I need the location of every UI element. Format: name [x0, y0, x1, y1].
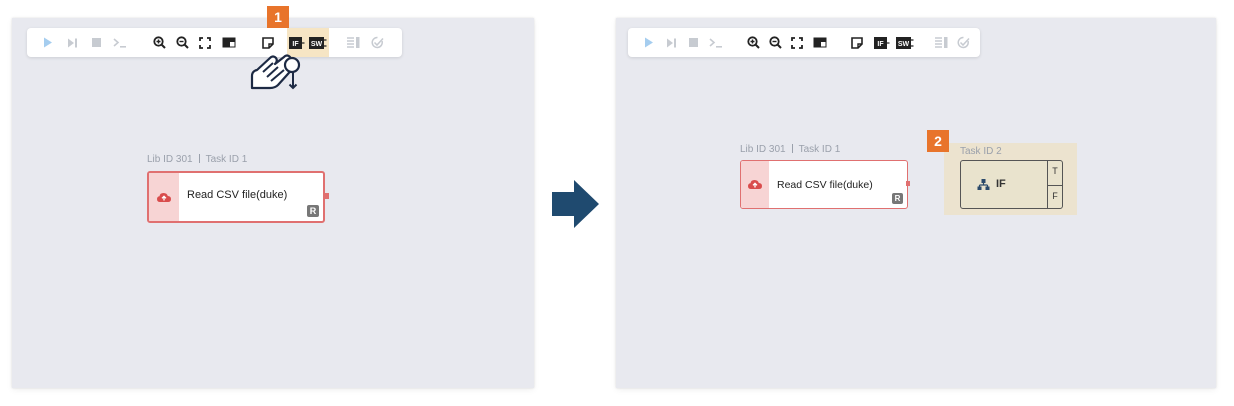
switch-icon[interactable]: SW [894, 28, 916, 57]
if-node[interactable]: IF T F [960, 160, 1063, 209]
output-port[interactable] [906, 181, 910, 186]
port-divider [1048, 184, 1062, 186]
step-2-badge: 2 [927, 130, 949, 152]
lib-id-label: Lib ID 301 [740, 144, 786, 155]
svg-text:IF: IF [877, 41, 884, 48]
list-icon[interactable] [932, 28, 950, 57]
svg-text:SW: SW [898, 41, 910, 48]
branch-ports: T F [1047, 161, 1062, 208]
fit-screen-icon[interactable] [196, 28, 214, 57]
node-icon-strip [741, 161, 769, 208]
r-badge: R [892, 193, 903, 204]
cloud-upload-icon [748, 180, 762, 189]
zoom-out-icon[interactable] [766, 28, 784, 57]
svg-text:IF: IF [292, 41, 299, 48]
note-icon[interactable] [848, 28, 866, 57]
true-port[interactable]: T [1048, 166, 1062, 176]
toolbar: IF SW [27, 28, 402, 57]
cloud-upload-icon [157, 192, 171, 202]
if-node-label: IF [996, 178, 1006, 190]
list-icon[interactable] [344, 28, 362, 57]
validate-icon[interactable] [368, 28, 386, 57]
hand-cursor-icon [250, 54, 301, 90]
stop-icon[interactable] [684, 28, 702, 57]
step-forward-icon[interactable] [662, 28, 680, 57]
node-header: Lib ID 301 Task ID 1 [740, 144, 840, 155]
node-icon-strip [149, 173, 179, 221]
fit-screen-icon[interactable] [788, 28, 806, 57]
r-badge: R [307, 205, 319, 217]
node-header: Lib ID 301 Task ID 1 [147, 154, 247, 165]
if-icon[interactable]: IF [872, 28, 892, 57]
minimap-icon[interactable] [219, 28, 239, 57]
task-node-read-csv[interactable]: Read CSV file(duke) R [740, 160, 908, 209]
stop-icon[interactable] [87, 28, 105, 57]
if-task-id-label: Task ID 2 [960, 146, 1002, 157]
false-port[interactable]: F [1048, 191, 1062, 201]
task-id-label: Task ID 1 [798, 144, 841, 155]
node-title: Read CSV file(duke) [777, 179, 873, 191]
terminal-icon[interactable] [110, 28, 130, 57]
node-title: Read CSV file(duke) [187, 189, 288, 201]
step-1-badge: 1 [267, 6, 289, 28]
branch-icon [977, 179, 990, 190]
toolbar: IF SW [628, 28, 980, 57]
canvas-before[interactable]: IF SW 1 Lib ID 301 Task ID 1 Read CSV fil… [12, 6, 534, 388]
terminal-icon[interactable] [706, 28, 726, 57]
svg-text:SW: SW [311, 41, 323, 48]
validate-icon[interactable] [954, 28, 972, 57]
canvas-after[interactable]: IF SW Lib ID 301 Task ID 1 Read CSV file(… [616, 18, 1216, 388]
arrow-right-icon [552, 180, 599, 228]
output-port[interactable] [324, 193, 329, 199]
minimap-icon[interactable] [810, 28, 830, 57]
step-forward-icon[interactable] [63, 28, 81, 57]
zoom-in-icon[interactable] [744, 28, 762, 57]
play-icon[interactable] [39, 28, 57, 57]
task-id-label: Task ID 1 [205, 154, 248, 165]
play-icon[interactable] [640, 28, 658, 57]
zoom-out-icon[interactable] [173, 28, 191, 57]
lib-id-label: Lib ID 301 [147, 154, 193, 165]
switch-icon[interactable]: SW [307, 28, 329, 57]
task-node-read-csv[interactable]: Read CSV file(duke) R [147, 171, 325, 223]
zoom-in-icon[interactable] [150, 28, 168, 57]
